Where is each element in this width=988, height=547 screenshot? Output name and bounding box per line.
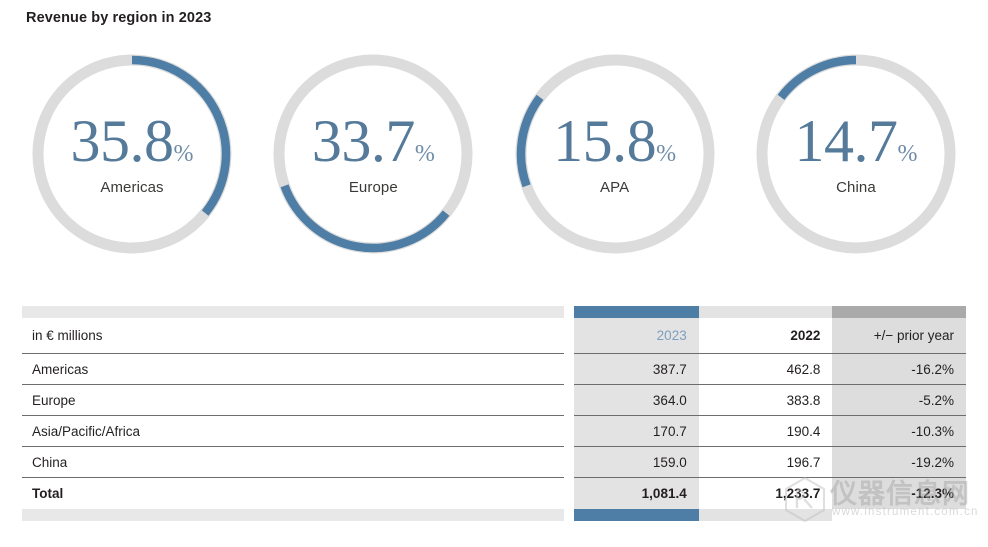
- donut-value-apa: 15.8%: [553, 107, 677, 174]
- cap-bottom-column-2023: [574, 509, 699, 521]
- table-row: Asia/Pacific/Africa 170.7 190.4 -10.3%: [22, 416, 966, 447]
- donut-value-europe: 33.7%: [311, 107, 435, 174]
- donut-center-china: 14.7% China: [750, 48, 962, 260]
- row-label: Americas: [22, 354, 565, 385]
- donut-chart-americas: 35.8% Americas: [26, 48, 238, 260]
- donut-center-europe: 33.7% Europe: [267, 48, 479, 260]
- cap-bottom-label-column: [22, 509, 565, 521]
- cap-gap: [564, 306, 575, 318]
- table-header-row: in € millions 2023 2022 +/− prior year: [22, 318, 966, 354]
- cap-column-2022: [698, 306, 833, 318]
- cell-total-2023: 1,081.4: [573, 478, 699, 509]
- column-gap: [564, 478, 574, 509]
- cell-2022: 196.7: [698, 447, 833, 478]
- table-total-row: Total 1,081.4 1,233.7 -12.3%: [22, 478, 966, 509]
- cell-total-delta: -12.3%: [832, 478, 966, 509]
- cell-delta: -19.2%: [832, 447, 966, 478]
- donut-value-americas: 35.8%: [70, 107, 194, 174]
- percent-symbol: %: [656, 140, 677, 167]
- row-label: China: [22, 447, 565, 478]
- row-label: Asia/Pacific/Africa: [22, 416, 565, 447]
- column-gap: [564, 318, 574, 354]
- column-gap: [564, 447, 574, 478]
- table-row: Americas 387.7 462.8 -16.2%: [22, 354, 966, 385]
- column-header-2022: 2022: [698, 318, 833, 354]
- donut-center-apa: 15.8% APA: [509, 48, 721, 260]
- column-header-2023: 2023: [573, 318, 699, 354]
- cell-2022: 190.4: [698, 416, 833, 447]
- cap-gap: [564, 509, 575, 521]
- donut-chart-apa: 15.8% APA: [509, 48, 721, 260]
- cell-delta: -10.3%: [832, 416, 966, 447]
- cell-2022: 383.8: [698, 385, 833, 416]
- page-title: Revenue by region in 2023: [26, 10, 212, 26]
- cap-column-delta: [832, 306, 966, 318]
- cell-delta: -5.2%: [832, 385, 966, 416]
- cap-label-column: [22, 306, 565, 318]
- column-gap: [564, 354, 574, 385]
- row-label-total: Total: [22, 478, 565, 509]
- column-header-units: in € millions: [22, 318, 565, 354]
- column-gap: [564, 385, 574, 416]
- donut-label-china: China: [836, 178, 876, 196]
- percent-symbol: %: [414, 140, 435, 167]
- percent-symbol: %: [173, 140, 194, 167]
- cell-2023: 170.7: [573, 416, 699, 447]
- cell-2022: 462.8: [698, 354, 833, 385]
- cell-2023: 364.0: [573, 385, 699, 416]
- cap-column-2023: [574, 306, 699, 318]
- donut-chart-europe: 33.7% Europe: [267, 48, 479, 260]
- donut-center-americas: 35.8% Americas: [26, 48, 238, 260]
- cell-total-2022: 1,233.7: [698, 478, 833, 509]
- cap-bottom-column-delta: [832, 509, 966, 521]
- row-label: Europe: [22, 385, 565, 416]
- donut-label-apa: APA: [600, 178, 630, 196]
- column-gap: [564, 416, 574, 447]
- percent-symbol: %: [897, 140, 918, 167]
- table-bottom-caps: [22, 509, 966, 521]
- donut-chart-row: 35.8% Americas 33.7% Europe 15.8% APA 14…: [26, 48, 962, 263]
- cell-2023: 159.0: [573, 447, 699, 478]
- revenue-table: in € millions 2023 2022 +/− prior year A…: [22, 306, 966, 531]
- cell-delta: -16.2%: [832, 354, 966, 385]
- table-top-caps: [22, 306, 966, 318]
- donut-label-europe: Europe: [348, 178, 398, 196]
- donut-label-americas: Americas: [100, 178, 164, 196]
- donut-value-china: 14.7%: [794, 107, 918, 174]
- table-row: China 159.0 196.7 -19.2%: [22, 447, 966, 478]
- table-row: Europe 364.0 383.8 -5.2%: [22, 385, 966, 416]
- cap-bottom-column-2022: [698, 509, 833, 521]
- donut-chart-china: 14.7% China: [750, 48, 962, 260]
- cell-2023: 387.7: [573, 354, 699, 385]
- column-header-delta: +/− prior year: [832, 318, 966, 354]
